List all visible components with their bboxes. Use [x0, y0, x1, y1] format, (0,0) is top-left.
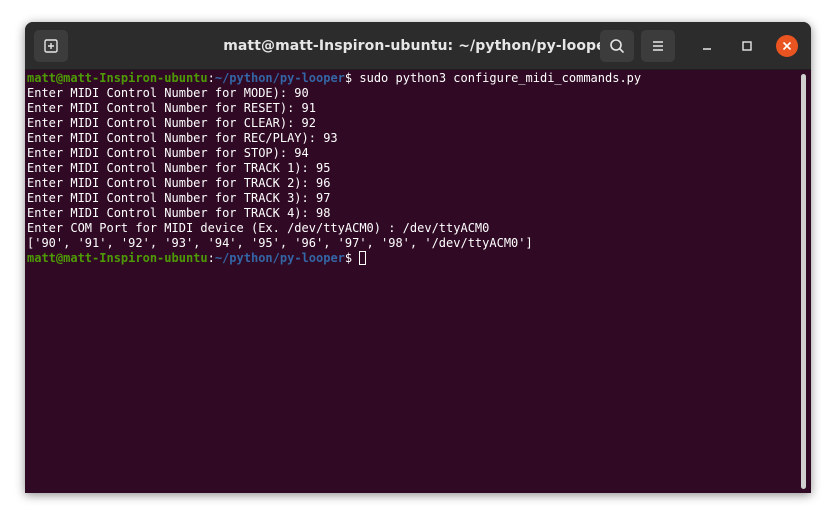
output-line: Enter COM Port for MIDI device (Ex. /dev… — [27, 221, 490, 235]
maximize-button[interactable] — [736, 35, 758, 57]
window-title: matt@matt-Inspiron-ubuntu: ~/python/py-l… — [223, 38, 613, 54]
search-icon — [610, 39, 624, 53]
output-line: Enter MIDI Control Number for TRACK 3): … — [27, 191, 331, 205]
command-text: sudo python3 configure_midi_commands.py — [352, 71, 642, 85]
output-line: Enter MIDI Control Number for REC/PLAY):… — [27, 131, 338, 145]
output-line: Enter MIDI Control Number for TRACK 4): … — [27, 206, 331, 220]
prompt-path: ~/python/py-looper — [214, 251, 345, 265]
prompt-path: ~/python/py-looper — [214, 71, 345, 85]
terminal-window: matt@matt-Inspiron-ubuntu: ~/python/py-l… — [25, 22, 811, 493]
terminal-output[interactable]: matt@matt-Inspiron-ubuntu:~/python/py-lo… — [25, 70, 811, 493]
maximize-icon — [742, 41, 752, 51]
title-bar[interactable]: matt@matt-Inspiron-ubuntu: ~/python/py-l… — [25, 22, 811, 70]
prompt-symbol: $ — [344, 251, 360, 265]
scrollbar[interactable] — [801, 74, 806, 489]
prompt-separator: : — [207, 71, 215, 85]
output-line: Enter MIDI Control Number for MODE): 90 — [27, 86, 309, 100]
prompt-user: matt@matt-Inspiron-ubuntu — [27, 71, 208, 85]
output-line: Enter MIDI Control Number for STOP): 94 — [27, 146, 309, 160]
prompt-separator: : — [207, 251, 215, 265]
output-line: Enter MIDI Control Number for CLEAR): 92 — [27, 116, 316, 130]
minimize-icon — [703, 48, 711, 50]
new-tab-icon — [44, 39, 58, 53]
output-line: Enter MIDI Control Number for TRACK 2): … — [27, 176, 331, 190]
menu-button[interactable] — [641, 30, 675, 62]
output-line: Enter MIDI Control Number for TRACK 1): … — [27, 161, 331, 175]
prompt-user: matt@matt-Inspiron-ubuntu — [27, 251, 208, 265]
minimize-button[interactable] — [696, 35, 718, 57]
search-button[interactable] — [600, 30, 634, 62]
close-button[interactable] — [776, 35, 798, 57]
prompt-line: matt@matt-Inspiron-ubuntu:~/python/py-lo… — [27, 71, 811, 86]
output-line: ['90', '91', '92', '93', '94', '95', '96… — [27, 236, 533, 250]
prompt-line: matt@matt-Inspiron-ubuntu:~/python/py-lo… — [27, 251, 811, 266]
new-tab-button[interactable] — [34, 30, 68, 62]
output-line: Enter MIDI Control Number for RESET): 91 — [27, 101, 316, 115]
close-icon — [782, 41, 792, 51]
text-cursor — [359, 251, 367, 265]
hamburger-menu-icon — [653, 41, 663, 51]
